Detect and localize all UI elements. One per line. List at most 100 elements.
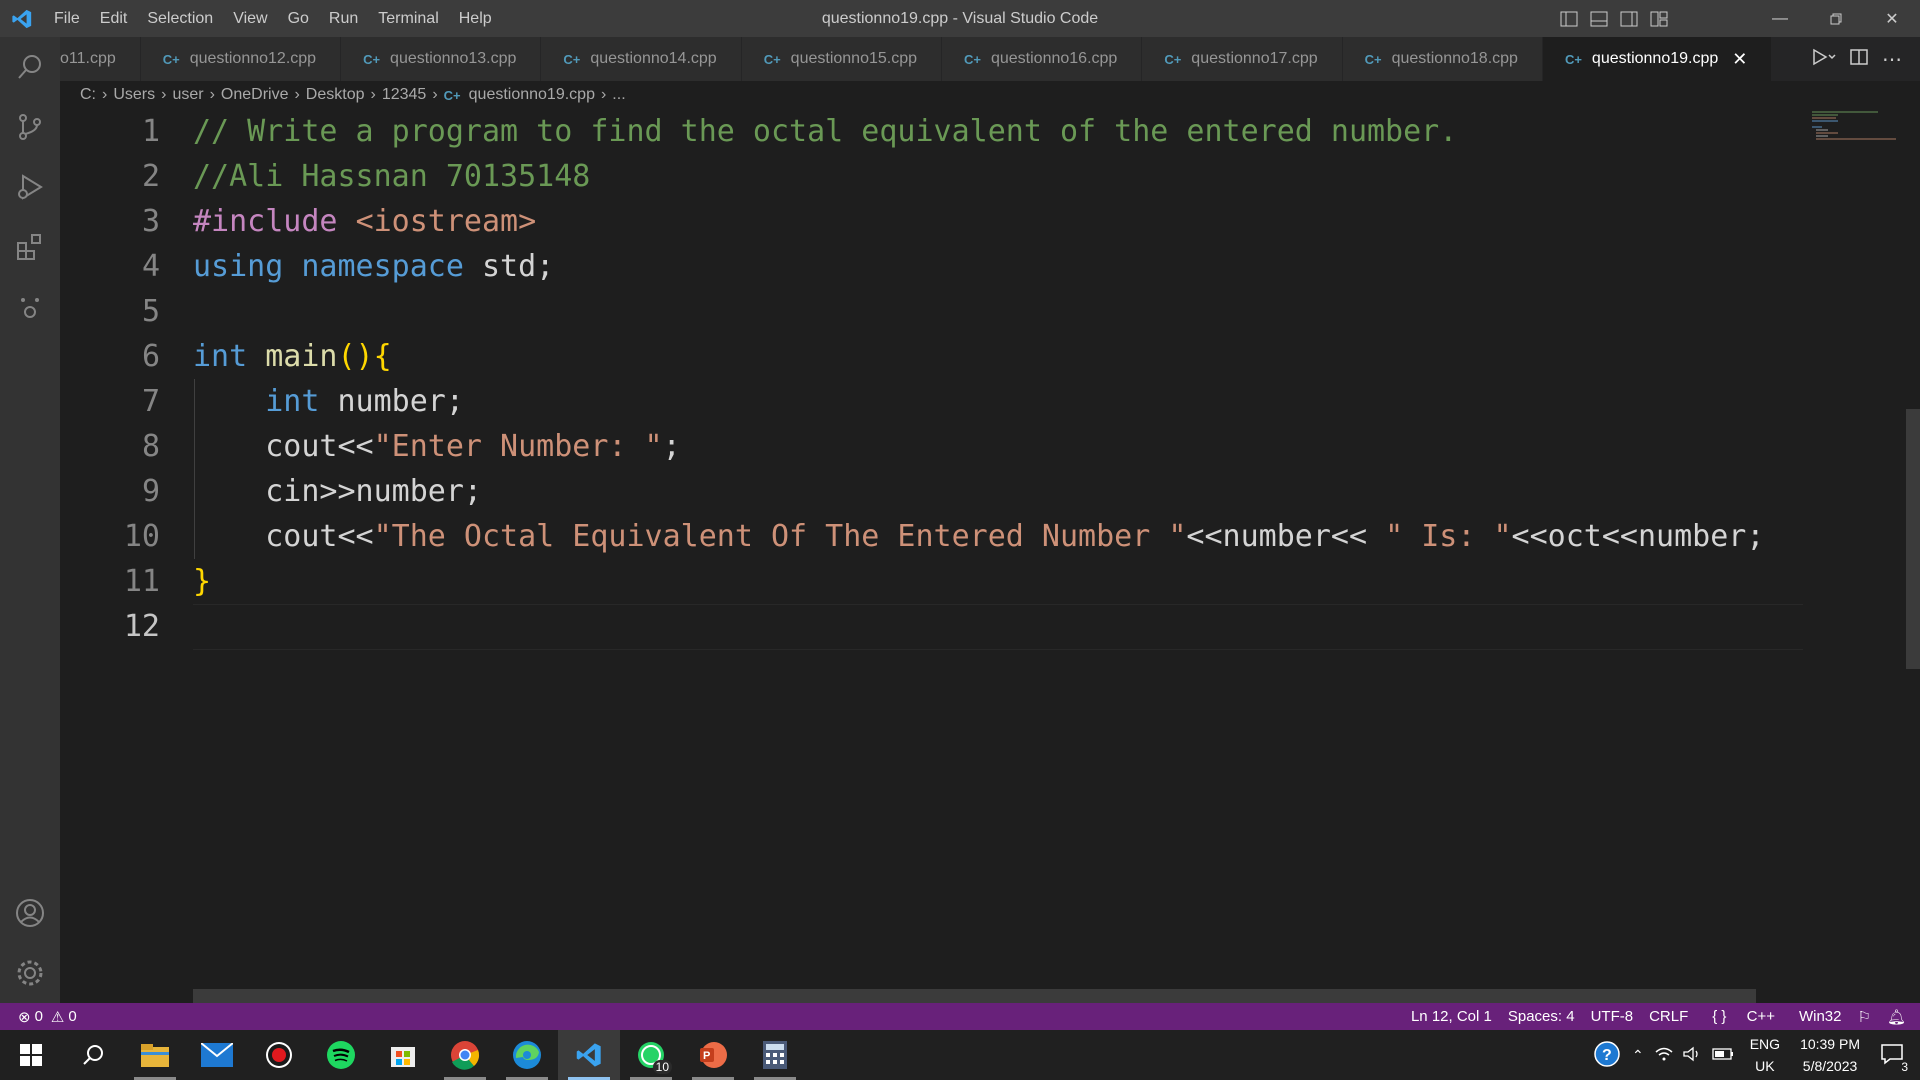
chrome-icon[interactable] bbox=[434, 1030, 496, 1080]
battery-icon[interactable] bbox=[1706, 1047, 1740, 1063]
menu-view[interactable]: View bbox=[223, 0, 277, 37]
cpp-file-icon: C+ bbox=[162, 51, 180, 67]
end-of-line[interactable]: CRLF bbox=[1641, 1008, 1696, 1025]
tab-questionno15[interactable]: C+ questionno15.cpp bbox=[741, 37, 942, 81]
toggle-panel-icon[interactable] bbox=[1588, 8, 1610, 30]
tab-questionno12[interactable]: C+ questionno12.cpp bbox=[140, 37, 342, 81]
input-language[interactable]: ENG UK bbox=[1740, 1033, 1790, 1077]
code-line-7: int number; bbox=[265, 384, 464, 419]
tab-questionno18[interactable]: C+ questionno18.cpp bbox=[1342, 37, 1543, 81]
menu-edit[interactable]: Edit bbox=[90, 0, 138, 37]
horizontal-scrollbar[interactable] bbox=[193, 989, 1756, 1003]
code-line-1: // Write a program to find the octal equ… bbox=[193, 114, 1458, 149]
menu-selection[interactable]: Selection bbox=[137, 0, 223, 37]
run-code-icon[interactable] bbox=[1810, 47, 1836, 72]
line-number: 12 bbox=[123, 609, 160, 644]
help-icon[interactable]: ? bbox=[1588, 1040, 1626, 1070]
tab-questionno17[interactable]: C+ questionno17.cpp bbox=[1142, 37, 1343, 81]
explorer-search-icon[interactable] bbox=[0, 37, 60, 97]
menu-run[interactable]: Run bbox=[319, 0, 368, 37]
tab-questionno16[interactable]: C+ questionno16.cpp bbox=[942, 37, 1143, 81]
menu-file[interactable]: File bbox=[44, 0, 90, 37]
cpp-file-icon: C+ bbox=[443, 87, 461, 103]
tab-label: questionno14.cpp bbox=[590, 50, 717, 67]
tab-questionno19[interactable]: C+ questionno19.cpp ✕ bbox=[1542, 37, 1773, 81]
menu-terminal[interactable]: Terminal bbox=[368, 0, 448, 37]
notification-center-icon[interactable]: 3 bbox=[1870, 1043, 1920, 1074]
customize-layout-icon[interactable] bbox=[1648, 8, 1670, 30]
restore-icon[interactable] bbox=[1808, 0, 1864, 37]
tab-questionno13[interactable]: C+ questionno13.cpp bbox=[341, 37, 542, 81]
toggle-primary-sidebar-icon[interactable] bbox=[1558, 8, 1580, 30]
encoding[interactable]: UTF-8 bbox=[1583, 1008, 1642, 1025]
settings-gear-icon[interactable] bbox=[0, 943, 60, 1003]
extensions-icon[interactable] bbox=[0, 217, 60, 277]
line-number: 7 bbox=[141, 384, 160, 419]
line-number: 9 bbox=[141, 474, 160, 509]
breadcrumb-drive[interactable]: C: bbox=[80, 86, 96, 104]
platform-config[interactable]: Win32 bbox=[1791, 1008, 1850, 1025]
menu-go[interactable]: Go bbox=[278, 0, 319, 37]
more-actions-icon[interactable]: ⋯ bbox=[1882, 47, 1902, 72]
notifications-bell-icon[interactable]: 🔔︎ bbox=[1879, 1008, 1920, 1026]
indentation[interactable]: Spaces: 4 bbox=[1500, 1008, 1583, 1025]
close-tab-icon[interactable]: ✕ bbox=[1732, 49, 1747, 70]
line-number: 1 bbox=[141, 114, 160, 149]
taskbar-search-icon[interactable] bbox=[62, 1030, 124, 1080]
accounts-icon[interactable] bbox=[0, 883, 60, 943]
system-tray: ? ⌃ ENG UK 10:39 PM 5/8/2023 3 bbox=[1588, 1030, 1920, 1080]
spotify-icon[interactable] bbox=[310, 1030, 372, 1080]
keyboard-layout: UK bbox=[1755, 1058, 1775, 1074]
vertical-scrollbar[interactable] bbox=[1906, 409, 1920, 669]
windows-start-icon[interactable] bbox=[0, 1030, 62, 1080]
minimize-icon[interactable]: — bbox=[1752, 0, 1808, 37]
breadcrumb-file[interactable]: questionno19.cpp bbox=[469, 86, 595, 104]
show-hidden-icons-chevron-icon[interactable]: ⌃ bbox=[1626, 1047, 1650, 1064]
chevron-right-icon: › bbox=[209, 86, 215, 103]
tab-questionno11[interactable]: o11.cpp bbox=[60, 37, 141, 81]
windows-taskbar: 10 P ? ⌃ ENG UK 10:39 PM 5/8/2023 3 bbox=[0, 1030, 1920, 1080]
vscode-taskbar-icon[interactable] bbox=[558, 1030, 620, 1080]
feedback-icon[interactable]: ⚐ bbox=[1850, 1008, 1879, 1026]
code-editor[interactable]: 1 2 3 4 5 6 7 8 9 10 11 12 // Write a pr… bbox=[60, 109, 1920, 1003]
language-mode[interactable]: { } C++ bbox=[1696, 1008, 1791, 1025]
source-control-icon[interactable] bbox=[0, 97, 60, 157]
toggle-secondary-sidebar-icon[interactable] bbox=[1618, 8, 1640, 30]
problems-status[interactable]: ⊗ 0 ⚠ 0 bbox=[0, 1008, 77, 1026]
clock[interactable]: 10:39 PM 5/8/2023 bbox=[1790, 1033, 1870, 1077]
menu-help[interactable]: Help bbox=[449, 0, 502, 37]
cpp-file-icon: C+ bbox=[964, 51, 981, 67]
breadcrumb-folder[interactable]: 12345 bbox=[382, 86, 427, 104]
wifi-icon[interactable] bbox=[1650, 1046, 1678, 1065]
cpp-file-icon: C+ bbox=[763, 51, 781, 67]
run-and-debug-icon[interactable] bbox=[0, 157, 60, 217]
warning-count: 0 bbox=[68, 1008, 77, 1025]
close-window-icon[interactable]: ✕ bbox=[1864, 0, 1920, 37]
file-explorer-icon[interactable] bbox=[124, 1030, 186, 1080]
tab-label: questionno16.cpp bbox=[990, 50, 1118, 67]
breadcrumb-desktop[interactable]: Desktop bbox=[306, 86, 365, 104]
breadcrumb-users[interactable]: Users bbox=[113, 86, 155, 104]
mail-icon[interactable] bbox=[186, 1030, 248, 1080]
status-bar: ⊗ 0 ⚠ 0 Ln 12, Col 1 Spaces: 4 UTF-8 CRL… bbox=[0, 1003, 1920, 1030]
cursor-position[interactable]: Ln 12, Col 1 bbox=[1403, 1008, 1500, 1025]
line-number: 5 bbox=[141, 294, 160, 329]
line-number: 11 bbox=[123, 564, 160, 599]
breadcrumb-user[interactable]: user bbox=[172, 86, 203, 104]
edge-icon[interactable] bbox=[496, 1030, 558, 1080]
tab-questionno14[interactable]: C+ questionno14.cpp bbox=[541, 37, 742, 81]
minimap[interactable] bbox=[1808, 109, 1898, 149]
breadcrumb-symbols[interactable]: ... bbox=[612, 86, 625, 104]
whatsapp-icon[interactable]: 10 bbox=[620, 1030, 682, 1080]
breadcrumb: C: › Users › user › OneDrive › Desktop › 1234… bbox=[60, 81, 1920, 109]
breadcrumb-onedrive[interactable]: OneDrive bbox=[221, 86, 289, 104]
split-editor-icon[interactable] bbox=[1850, 48, 1868, 70]
screen-recorder-icon[interactable] bbox=[248, 1030, 310, 1080]
powerpoint-icon[interactable]: P bbox=[682, 1030, 744, 1080]
microsoft-store-icon[interactable] bbox=[372, 1030, 434, 1080]
calculator-icon[interactable] bbox=[744, 1030, 806, 1080]
volume-icon[interactable] bbox=[1678, 1046, 1706, 1065]
testing-icon[interactable] bbox=[0, 277, 60, 337]
